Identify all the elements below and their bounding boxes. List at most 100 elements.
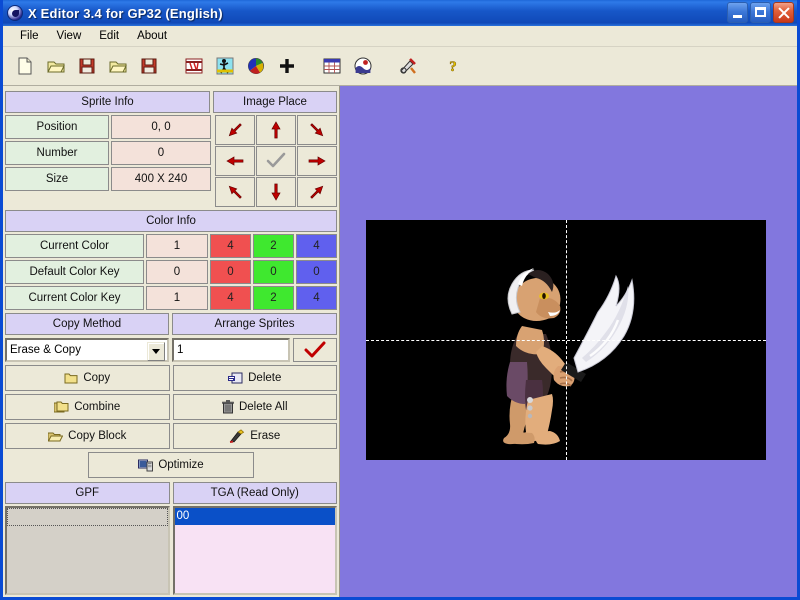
tools-icon[interactable]	[394, 52, 422, 80]
copy-block-button-label: Copy Block	[68, 430, 127, 442]
number-label: Number	[5, 141, 109, 165]
combine-button[interactable]: Combine	[5, 394, 170, 420]
stack-folder-icon	[54, 401, 69, 412]
current-color-green[interactable]: 2	[253, 234, 294, 258]
current-color-key-blue[interactable]: 4	[296, 286, 337, 310]
window-title: X Editor 3.4 for GP32 (English)	[28, 5, 223, 21]
current-color-key-label: Current Color Key	[5, 286, 144, 310]
arrange-sprites-input[interactable]: 1	[172, 338, 290, 362]
copy-method-header: Copy Method	[5, 313, 169, 335]
current-color-key-green[interactable]: 2	[253, 286, 294, 310]
gpf-file-list[interactable]	[5, 506, 170, 595]
image-place-arrow-pad	[215, 115, 337, 207]
move-left-arrow[interactable]	[215, 146, 255, 176]
copy-arrange-header-row: Copy Method Arrange Sprites	[5, 313, 337, 335]
delete-all-button[interactable]: Delete All	[172, 394, 337, 420]
sprite-sheet-icon[interactable]	[180, 52, 208, 80]
chevron-down-icon[interactable]	[147, 342, 165, 361]
move-down-arrow[interactable]	[256, 177, 296, 207]
tga-list-header: TGA (Read Only)	[172, 482, 337, 504]
erase-button[interactable]: Erase	[172, 423, 337, 449]
list-item[interactable]	[7, 508, 168, 526]
image-canvas-panel[interactable]	[339, 86, 797, 597]
copy-method-select[interactable]: Erase & Copy	[5, 338, 169, 362]
default-color-key-red[interactable]: 0	[210, 260, 251, 284]
open-file-icon[interactable]	[42, 52, 70, 80]
menu-item-about[interactable]: About	[128, 28, 176, 44]
toolbar-separator-3	[380, 53, 394, 80]
color-info-section: Color Info Current Color 1 4 2 4 Default…	[5, 210, 337, 310]
copy-block-button[interactable]: Copy Block	[5, 423, 170, 449]
folder-icon	[64, 373, 78, 384]
add-plus-icon[interactable]	[273, 52, 301, 80]
default-color-key-green[interactable]: 0	[253, 260, 294, 284]
close-button[interactable]	[773, 2, 794, 23]
menu-item-edit[interactable]: Edit	[90, 28, 128, 44]
palette-icon[interactable]	[242, 52, 270, 80]
window-controls	[727, 2, 794, 23]
current-color-key-red[interactable]: 4	[210, 286, 251, 310]
sprite-info-rows: Position 0, 0 Number 0 Size 400 X 240	[5, 115, 211, 207]
save-file-icon[interactable]	[73, 52, 101, 80]
file-list-headers: GPF TGA (Read Only)	[5, 482, 337, 504]
default-color-key-label: Default Color Key	[5, 260, 144, 284]
default-color-key-index[interactable]: 0	[146, 260, 208, 284]
delete-button-label: Delete	[248, 372, 282, 384]
confirm-check[interactable]	[256, 146, 296, 176]
new-file-icon[interactable]	[11, 52, 39, 80]
animation-walk-icon[interactable]	[211, 52, 239, 80]
current-color-red[interactable]: 4	[210, 234, 251, 258]
table-row: Position 0, 0	[5, 115, 211, 139]
monitor-icon	[138, 459, 154, 471]
gpf-list-header: GPF	[5, 482, 170, 504]
help-question-icon[interactable]: ?	[439, 52, 467, 80]
delete-button[interactable]: Delete	[172, 365, 337, 391]
grid-table-icon[interactable]	[318, 52, 346, 80]
sprite-info-header-row: Sprite Info Image Place	[5, 91, 337, 113]
sprite-image-area[interactable]	[366, 220, 766, 460]
table-row: Size 400 X 240	[5, 167, 211, 191]
current-color-blue[interactable]: 4	[296, 234, 337, 258]
move-down-left-arrow[interactable]	[215, 177, 255, 207]
move-up-right-arrow[interactable]	[297, 115, 337, 145]
toolbar: ?	[3, 47, 797, 86]
app-window: X Editor 3.4 for GP32 (English) File Vie…	[0, 0, 800, 600]
image-place-header: Image Place	[213, 91, 337, 113]
image-preview-icon[interactable]	[349, 52, 377, 80]
list-item[interactable]: 00	[174, 508, 335, 525]
current-color-key-index[interactable]: 1	[146, 286, 208, 310]
open-folder-icon	[48, 432, 64, 441]
default-color-key-blue[interactable]: 0	[296, 260, 337, 284]
minimize-button[interactable]	[727, 2, 748, 23]
menu-item-view[interactable]: View	[48, 28, 91, 44]
open-folder-icon[interactable]	[104, 52, 132, 80]
app-globe-icon	[7, 5, 23, 21]
optimize-row: Optimize	[5, 452, 337, 478]
position-value[interactable]: 0, 0	[111, 115, 211, 139]
save-disk-icon[interactable]	[135, 52, 163, 80]
move-up-left-arrow[interactable]	[215, 115, 255, 145]
copy-arrange-controls: Erase & Copy 1	[5, 338, 337, 362]
sprite-barbarian-warrior	[503, 268, 635, 445]
action-row-1: Copy Delete	[5, 365, 337, 391]
current-color-index[interactable]: 1	[146, 234, 208, 258]
delete-all-button-label: Delete All	[238, 401, 288, 413]
menu-item-file[interactable]: File	[11, 28, 48, 44]
sprite-info-header: Sprite Info	[5, 91, 210, 113]
size-value[interactable]: 400 X 240	[111, 167, 211, 191]
move-up-arrow[interactable]	[256, 115, 296, 145]
copy-button[interactable]: Copy	[5, 365, 170, 391]
move-right-arrow[interactable]	[297, 146, 337, 176]
maximize-button[interactable]	[750, 2, 771, 23]
left-panel: Sprite Info Image Place Position 0, 0 Nu…	[3, 86, 339, 597]
position-label: Position	[5, 115, 109, 139]
canvas-area[interactable]	[340, 86, 797, 597]
optimize-button[interactable]: Optimize	[88, 452, 254, 478]
toolbar-separator-1	[166, 53, 180, 80]
tga-file-list[interactable]: 00	[172, 506, 337, 595]
number-value[interactable]: 0	[111, 141, 211, 165]
copy-method-value: Erase & Copy	[10, 344, 81, 356]
move-down-right-arrow[interactable]	[297, 177, 337, 207]
combine-button-label: Combine	[74, 401, 121, 413]
arrange-apply-button[interactable]	[293, 338, 337, 362]
